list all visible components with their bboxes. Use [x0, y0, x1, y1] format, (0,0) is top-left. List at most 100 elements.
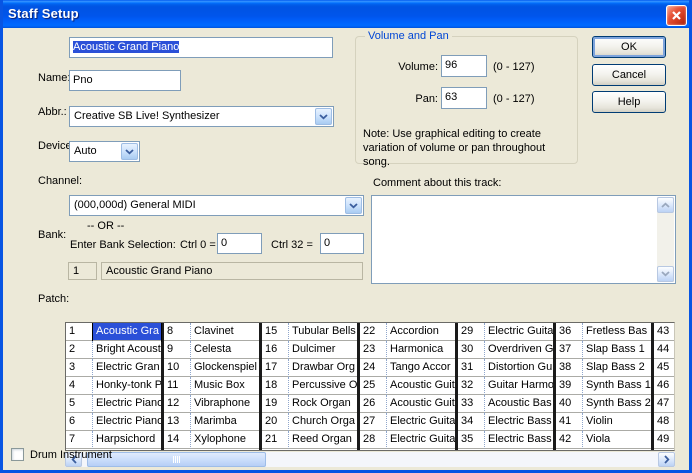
patch-number-cell[interactable]: 11 [164, 377, 191, 395]
cancel-button[interactable]: Cancel [592, 64, 666, 86]
patch-name-cell[interactable]: Glockenspiel [191, 359, 259, 377]
patch-number-cell[interactable]: 47 [654, 395, 675, 413]
ok-button[interactable]: OK [592, 36, 666, 58]
patch-number-cell[interactable]: 33 [458, 395, 485, 413]
patch-name-cell[interactable]: Acoustic Bas [485, 395, 553, 413]
patch-number-cell[interactable]: 26 [360, 395, 387, 413]
patch-name-cell[interactable]: Fretless Bas [583, 323, 651, 341]
patch-name-cell[interactable]: Electric Piano [93, 413, 161, 431]
patch-name-cell[interactable]: Electric Gran [93, 359, 161, 377]
patch-name-cell[interactable]: Drawbar Org [289, 359, 357, 377]
scroll-down-button[interactable] [657, 266, 674, 282]
patch-number-cell[interactable]: 30 [458, 341, 485, 359]
patch-name-cell[interactable]: Music Box [191, 377, 259, 395]
ctrl32-input[interactable]: 0 [320, 233, 364, 254]
patch-number-cell[interactable]: 13 [164, 413, 191, 431]
patch-name-cell[interactable]: Accordion [387, 323, 455, 341]
patch-number-cell[interactable]: 6 [66, 413, 93, 431]
patch-name-cell[interactable]: Marimba [191, 413, 259, 431]
pan-input[interactable]: 63 [441, 87, 487, 109]
name-input[interactable]: Acoustic Grand Piano [69, 37, 333, 58]
comment-scrollbar[interactable] [657, 197, 674, 282]
patch-number-cell[interactable]: 18 [262, 377, 289, 395]
comment-textarea[interactable] [371, 195, 676, 284]
channel-select-arrow[interactable] [121, 143, 138, 160]
patch-name-cell[interactable]: Harpsichord [93, 431, 161, 449]
patch-name-cell[interactable]: Acoustic Guit [387, 395, 455, 413]
patch-number-cell[interactable]: 48 [654, 413, 675, 431]
patch-name-cell[interactable]: Electric Guita [387, 413, 455, 431]
patch-number-cell[interactable]: 22 [360, 323, 387, 341]
bank-select[interactable]: (000,000d) General MIDI [69, 195, 364, 216]
bank-select-arrow[interactable] [345, 197, 362, 214]
patch-number-cell[interactable]: 39 [556, 377, 583, 395]
patch-name-cell[interactable]: Celesta [191, 341, 259, 359]
patch-number-cell[interactable]: 40 [556, 395, 583, 413]
patch-number-cell[interactable]: 21 [262, 431, 289, 449]
patch-name-cell[interactable]: Slap Bass 1 [583, 341, 651, 359]
patch-name-cell[interactable]: Electric Guita [485, 323, 553, 341]
patch-name-cell[interactable]: Synth Bass 2 [583, 395, 651, 413]
patch-number-cell[interactable]: 41 [556, 413, 583, 431]
patch-name-cell-selected[interactable]: Acoustic Gra [93, 323, 161, 341]
patch-number-cell[interactable]: 23 [360, 341, 387, 359]
patch-number-cell[interactable]: 3 [66, 359, 93, 377]
patch-name-cell[interactable]: Acoustic Guit [387, 377, 455, 395]
patch-name-cell[interactable]: Synth Bass 1 [583, 377, 651, 395]
channel-select[interactable]: Auto [69, 141, 140, 162]
patch-number-cell[interactable]: 38 [556, 359, 583, 377]
patch-name-cell[interactable]: Tubular Bells [289, 323, 357, 341]
patch-number-cell[interactable]: 10 [164, 359, 191, 377]
patch-name-cell[interactable]: Harmonica [387, 341, 455, 359]
patch-number-cell[interactable]: 49 [654, 431, 675, 449]
patch-number-cell[interactable]: 27 [360, 413, 387, 431]
patch-number-cell[interactable]: 45 [654, 359, 675, 377]
patch-name-cell[interactable]: Vibraphone [191, 395, 259, 413]
patch-name-cell[interactable]: Xylophone [191, 431, 259, 449]
patch-name-cell[interactable]: Percussive O [289, 377, 357, 395]
drum-instrument-checkbox[interactable] [11, 448, 24, 461]
patch-name-cell[interactable]: Reed Organ [289, 431, 357, 449]
patch-number-cell[interactable]: 43 [654, 323, 675, 341]
patch-name-cell[interactable]: Clavinet [191, 323, 259, 341]
patch-name-cell[interactable]: Electric Bass [485, 413, 553, 431]
close-button[interactable] [666, 5, 687, 26]
patch-number-cell[interactable]: 4 [66, 377, 93, 395]
patch-name-cell[interactable]: Rock Organ [289, 395, 357, 413]
patch-number-cell[interactable]: 34 [458, 413, 485, 431]
patch-number-cell[interactable]: 15 [262, 323, 289, 341]
volume-input[interactable]: 96 [441, 55, 487, 77]
patch-number-cell[interactable]: 9 [164, 341, 191, 359]
scroll-right-button[interactable] [658, 452, 675, 467]
patch-name-cell[interactable]: Electric Guita [387, 431, 455, 449]
patch-number-cell[interactable]: 36 [556, 323, 583, 341]
patch-number-cell[interactable]: 25 [360, 377, 387, 395]
patch-number-cell[interactable]: 16 [262, 341, 289, 359]
patch-name-cell[interactable]: Violin [583, 413, 651, 431]
patch-name-cell[interactable]: Dulcimer [289, 341, 357, 359]
patch-number-cell[interactable]: 20 [262, 413, 289, 431]
patch-name-cell[interactable]: Overdriven G [485, 341, 553, 359]
patch-number-cell[interactable]: 42 [556, 431, 583, 449]
patch-number-cell[interactable]: 12 [164, 395, 191, 413]
scroll-up-button[interactable] [657, 197, 674, 213]
device-select-arrow[interactable] [315, 108, 332, 125]
patch-name-cell[interactable]: Bright Acoust [93, 341, 161, 359]
patch-number-cell[interactable]: 28 [360, 431, 387, 449]
patch-name-cell[interactable]: Honky-tonk Pi [93, 377, 161, 395]
patch-name-cell[interactable]: Distortion Gui [485, 359, 553, 377]
patch-name-cell[interactable]: Electric Piano [93, 395, 161, 413]
patch-number-cell[interactable]: 31 [458, 359, 485, 377]
patch-number-cell[interactable]: 44 [654, 341, 675, 359]
device-select[interactable]: Creative SB Live! Synthesizer [69, 106, 334, 127]
patch-name-cell[interactable]: Church Orga [289, 413, 357, 431]
abbr-input[interactable]: Pno [69, 70, 181, 91]
patch-number-cell[interactable]: 32 [458, 377, 485, 395]
hscrollbar-thumb[interactable] [87, 452, 266, 467]
patch-name-cell[interactable]: Guitar Harmo [485, 377, 553, 395]
patch-number-cell[interactable]: 7 [66, 431, 93, 449]
patch-number-cell[interactable]: 46 [654, 377, 675, 395]
patch-number-cell[interactable]: 5 [66, 395, 93, 413]
patch-name-cell[interactable]: Slap Bass 2 [583, 359, 651, 377]
patch-table-hscrollbar[interactable] [65, 452, 675, 467]
